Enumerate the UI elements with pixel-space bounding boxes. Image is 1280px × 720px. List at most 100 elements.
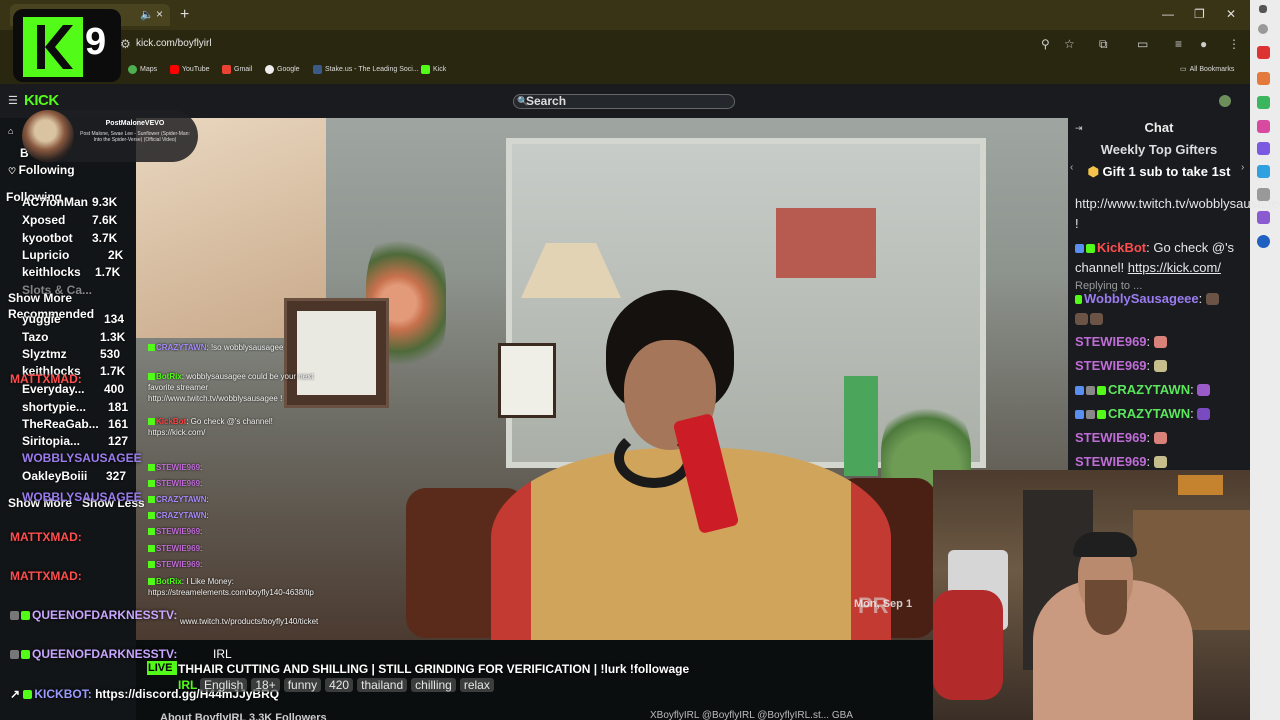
badge-icon — [148, 561, 155, 568]
bookmark-kick[interactable]: Kick — [421, 65, 446, 74]
chat-message: CRAZYTAWN: — [1075, 404, 1245, 424]
extensions-icon[interactable]: ⧉ — [1099, 37, 1108, 52]
badge-icon — [1097, 410, 1106, 419]
side-app-icon-4[interactable] — [1257, 120, 1270, 133]
sidebar-item-name[interactable]: OakleyBoiii — [22, 469, 87, 483]
bookmark-google[interactable]: Google — [265, 65, 300, 74]
social-links[interactable]: XBoyflyIRL @BoyflyIRL @BoyflyIRL.st... G… — [650, 710, 853, 720]
bookmark-maps[interactable]: Maps — [128, 65, 157, 74]
side-app-icon-9[interactable] — [1257, 235, 1270, 248]
sidebar-item-count: 400 — [104, 382, 125, 396]
emote-icon — [1090, 313, 1103, 325]
tab-close-button[interactable]: × — [156, 7, 163, 21]
speaker-icon[interactable]: 🔈 — [140, 8, 154, 21]
windows-icon[interactable] — [1259, 5, 1267, 13]
zoom-icon[interactable]: ⚲ — [1041, 37, 1050, 51]
tag-pill[interactable]: chilling — [411, 678, 456, 692]
overlay-chat-line: STEWIE969: — [148, 544, 202, 553]
overlay-chat-line: STEWIE969: — [148, 463, 202, 472]
big-chat-user: MATTXMAD: — [10, 530, 82, 544]
sidebar-item-name[interactable]: yuggie — [22, 312, 61, 326]
facecam-poster — [1178, 475, 1223, 495]
tag-pill[interactable]: 420 — [325, 678, 354, 692]
sidebar-item-name[interactable]: Tazo — [22, 330, 48, 344]
menu-dots-icon[interactable]: ⋮ — [1228, 37, 1240, 51]
overlay-chat-line: STEWIE969: — [148, 479, 202, 488]
maximize-button[interactable]: ❐ — [1194, 7, 1205, 21]
sidebar-item-name[interactable]: kyootbot — [22, 231, 73, 245]
minimize-button[interactable]: — — [1162, 7, 1174, 21]
tag-pill[interactable]: 18+ — [251, 678, 280, 692]
video-scene-certificate — [498, 343, 556, 418]
sidebar-item-count: 127 — [108, 434, 129, 448]
chat-message: STEWIE969: — [1075, 452, 1245, 472]
show-more-link[interactable]: Show More — [8, 291, 72, 305]
gift-sub-cta[interactable]: ⬢ Gift 1 sub to take 1st — [1068, 164, 1250, 180]
chat-message: WobblySausageee: — [1075, 289, 1245, 329]
sidebar-item-name[interactable]: Siritopia... — [22, 434, 80, 448]
sidebar-item-name[interactable]: shortypie... — [22, 400, 86, 414]
browser-tab-strip — [0, 0, 1280, 30]
badge-icon — [1086, 386, 1095, 395]
gift-icon: ⬢ — [1087, 164, 1103, 179]
emote-icon — [1153, 336, 1167, 348]
sidebar-item-count: 9.3K — [92, 195, 118, 209]
sidebar-item-name[interactable]: keithlocks — [22, 265, 81, 279]
tag-pill[interactable]: relax — [459, 678, 494, 692]
all-bookmarks[interactable]: ▭ All Bookmarks — [1180, 65, 1234, 74]
emote-icon — [1153, 360, 1167, 372]
stream-category[interactable]: IRL — [178, 678, 197, 692]
sidebar-item-name[interactable]: Slyztmz — [22, 347, 67, 361]
window-close-button[interactable]: ✕ — [1226, 7, 1236, 21]
side-app-icon-1[interactable] — [1257, 46, 1270, 59]
chat-message: STEWIE969: — [1075, 356, 1245, 376]
sidebar-item-name[interactable]: Lupricio — [22, 248, 69, 262]
bookmark-star-icon[interactable]: ☆ — [1064, 37, 1075, 51]
bookmark-gmail[interactable]: Gmail — [222, 65, 252, 74]
new-tab-button[interactable]: + — [180, 6, 189, 24]
bookmark-stake[interactable]: Stake.us - The Leading Soci... — [313, 65, 419, 74]
emote-icon — [1197, 408, 1211, 420]
url-field[interactable]: kick.com/boyflyirl — [136, 38, 212, 49]
mini-player-title: PostMaloneVEVO — [105, 120, 165, 127]
chat-message: STEWIE969: — [1075, 428, 1245, 448]
emote-icon — [1197, 384, 1211, 396]
big-chat-user: WOBBLYSAUSAGEE — [22, 490, 142, 504]
side-search-icon[interactable] — [1258, 24, 1268, 34]
tag-pill[interactable]: English — [200, 678, 248, 692]
media-icon[interactable]: ≡ — [1175, 37, 1182, 51]
site-info-icon[interactable]: ⚙ — [120, 37, 131, 51]
following-heading: ♡ Following — [8, 163, 75, 177]
tag-pill[interactable]: funny — [283, 678, 322, 692]
side-app-icon-8[interactable] — [1257, 211, 1270, 224]
profile-avatar-icon[interactable]: ● — [1200, 37, 1207, 51]
tag-pill[interactable]: thailand — [357, 678, 408, 692]
mini-player-thumbnail — [22, 110, 74, 162]
side-app-icon-5[interactable] — [1257, 142, 1270, 155]
big-chat-user: QUEENOFDARKNESSTV: — [10, 608, 177, 622]
sidebar-item-name[interactable]: Xposed — [22, 213, 65, 227]
facecam-bandana — [933, 590, 1003, 700]
search-input[interactable]: 🔍 Search — [513, 94, 735, 109]
about-section: About BoyflyIRL 3.3K Followers — [160, 712, 327, 720]
overlay-chat-line: CRAZYTAWN: — [148, 495, 209, 504]
side-app-icon-2[interactable] — [1257, 72, 1270, 85]
overlay-chat-line: BotRix: wobblysausagee could be your nex… — [148, 372, 314, 403]
badge-icon — [148, 464, 155, 471]
side-app-icon-6[interactable] — [1257, 165, 1270, 178]
bookmark-youtube[interactable]: YouTube — [170, 65, 210, 74]
sidebar-item-name[interactable]: TheReaGab... — [22, 417, 99, 431]
kick-logo[interactable]: KICK — [24, 92, 59, 109]
side-app-icon-3[interactable] — [1257, 96, 1270, 109]
badge-icon — [148, 344, 155, 351]
badge-icon — [1086, 410, 1095, 419]
big-chat-user: MATTXMAD: — [10, 372, 82, 386]
user-avatar[interactable] — [1219, 95, 1231, 107]
hamburger-menu-icon[interactable]: ☰ — [8, 94, 18, 107]
cast-icon[interactable]: ▭ — [1137, 37, 1148, 51]
big-chat-user: QUEENOFDARKNESSTV: — [10, 647, 177, 661]
home-icon[interactable]: ⌂ — [8, 126, 13, 136]
chat-link[interactable]: https://kick.com/ — [1128, 260, 1221, 275]
badge-icon — [1075, 410, 1084, 419]
sidebar-item-name[interactable]: AC7ionMan — [22, 195, 88, 209]
